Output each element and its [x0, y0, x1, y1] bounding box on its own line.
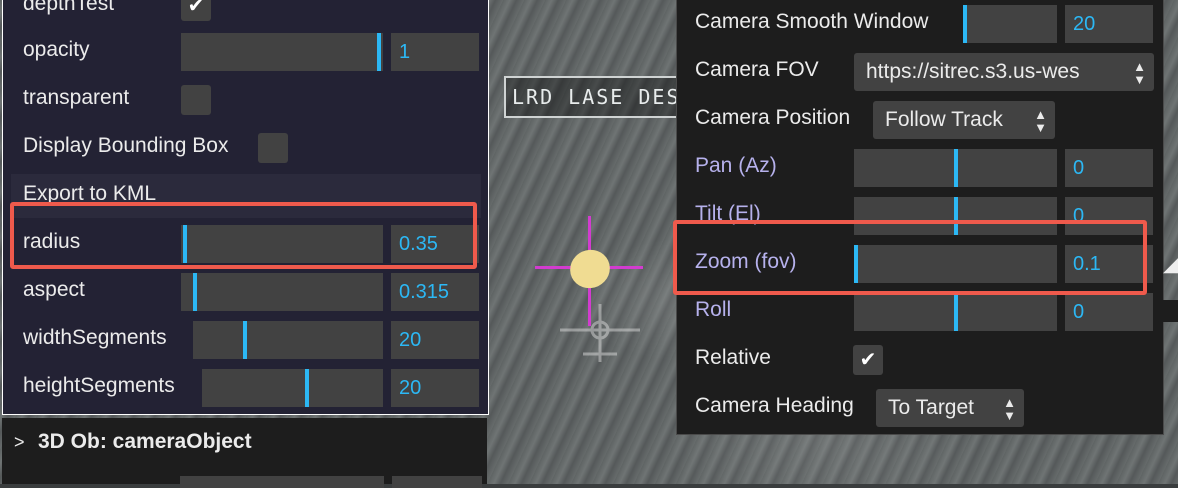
transparent-label: transparent	[23, 86, 130, 109]
row-width-segments: widthSegments 20	[3, 314, 488, 362]
camera-heading-label: Camera Heading	[695, 394, 854, 417]
roll-slider-handle[interactable]	[954, 293, 958, 331]
opacity-label: opacity	[23, 38, 90, 61]
camera-fov-value: https://sitrec.s3.us-wes	[866, 60, 1080, 83]
height-segments-input[interactable]: 20	[391, 369, 479, 407]
opacity-slider[interactable]	[181, 33, 383, 71]
camera-position-value: Follow Track	[885, 108, 1003, 131]
row-relative: Relative ✔	[677, 334, 1163, 382]
roll-input[interactable]: 0	[1065, 293, 1153, 331]
display-bbox-label: Display Bounding Box	[23, 134, 229, 157]
chevron-right-icon: >	[14, 432, 25, 452]
row-camera-smooth-window: Camera Smooth Window 20	[677, 0, 1163, 46]
aspect-input[interactable]: 0.315	[391, 273, 479, 311]
camera-heading-value: To Target	[888, 396, 974, 419]
highlight-radius	[10, 202, 477, 269]
depth-test-label: depthTest	[23, 0, 115, 15]
height-segments-slider[interactable]	[202, 369, 383, 407]
partial-overlay-glyph: ◢	[1163, 246, 1178, 276]
height-segments-slider-handle[interactable]	[305, 369, 309, 407]
width-segments-slider-handle[interactable]	[243, 321, 247, 359]
camera-heading-select[interactable]: To Target ▲ ▼	[876, 389, 1024, 427]
row-transparent: transparent	[3, 74, 488, 122]
row-camera-fov: Camera FOV https://sitrec.s3.us-wes ▲ ▼	[677, 46, 1163, 94]
transparent-checkbox[interactable]	[181, 85, 211, 115]
camera-fov-select[interactable]: https://sitrec.s3.us-wes ▲ ▼	[854, 53, 1154, 91]
row-depth-test: depthTest ✔	[3, 0, 488, 28]
pan-slider[interactable]	[854, 149, 1057, 187]
relative-checkbox[interactable]: ✔	[853, 345, 883, 375]
row-camera-position: Camera Position Follow Track ▲ ▼	[677, 94, 1163, 142]
aspect-label: aspect	[23, 278, 85, 301]
height-segments-label: heightSegments	[23, 374, 175, 397]
camera-position-label: Camera Position	[695, 106, 851, 129]
row-display-bbox: Display Bounding Box	[3, 122, 488, 170]
row-opacity: opacity 1	[3, 26, 488, 74]
camera-fov-label: Camera FOV	[695, 58, 819, 81]
opacity-slider-handle[interactable]	[377, 33, 381, 71]
roll-slider[interactable]	[854, 293, 1057, 331]
smooth-window-slider-handle[interactable]	[963, 5, 967, 43]
highlight-zoom	[673, 220, 1147, 295]
select-arrows-icon: ▲ ▼	[1003, 395, 1016, 423]
pan-input[interactable]: 0	[1065, 149, 1153, 187]
select-arrows-icon: ▲ ▼	[1133, 59, 1146, 87]
next-row-partial	[2, 466, 487, 488]
relative-label: Relative	[695, 346, 771, 369]
smooth-window-input[interactable]: 20	[1065, 5, 1153, 43]
width-segments-label: widthSegments	[23, 326, 167, 349]
partial-slider[interactable]	[180, 476, 384, 488]
select-arrows-icon: ▲ ▼	[1034, 107, 1047, 135]
row-height-segments: heightSegments 20	[3, 362, 488, 410]
camera-position-select[interactable]: Follow Track ▲ ▼	[873, 101, 1055, 139]
aircraft-silhouette	[560, 304, 640, 362]
row-pan: Pan (Az) 0	[677, 142, 1163, 190]
depth-test-checkbox[interactable]: ✔	[181, 0, 211, 21]
row-aspect: aspect 0.315	[3, 266, 488, 314]
smooth-window-label: Camera Smooth Window	[695, 10, 929, 33]
width-segments-input[interactable]: 20	[391, 321, 479, 359]
camera-panel: Camera Smooth Window 20 Camera FOV https…	[676, 0, 1164, 435]
opacity-input[interactable]: 1	[391, 33, 479, 71]
pan-label: Pan (Az)	[695, 154, 777, 177]
partial-overlay-strip	[1163, 300, 1178, 322]
row-camera-heading: Camera Heading To Target ▲ ▼	[677, 382, 1163, 430]
aspect-slider[interactable]	[181, 273, 383, 311]
partial-input[interactable]	[392, 476, 482, 488]
width-segments-slider[interactable]	[193, 321, 383, 359]
display-bbox-checkbox[interactable]	[258, 133, 288, 163]
folder-camera-object[interactable]: > 3D Ob: cameraObject	[2, 418, 487, 466]
pan-slider-handle[interactable]	[954, 149, 958, 187]
folder-title: 3D Ob: cameraObject	[38, 430, 252, 453]
smooth-window-slider[interactable]	[963, 5, 1057, 43]
aspect-slider-handle[interactable]	[193, 273, 197, 311]
